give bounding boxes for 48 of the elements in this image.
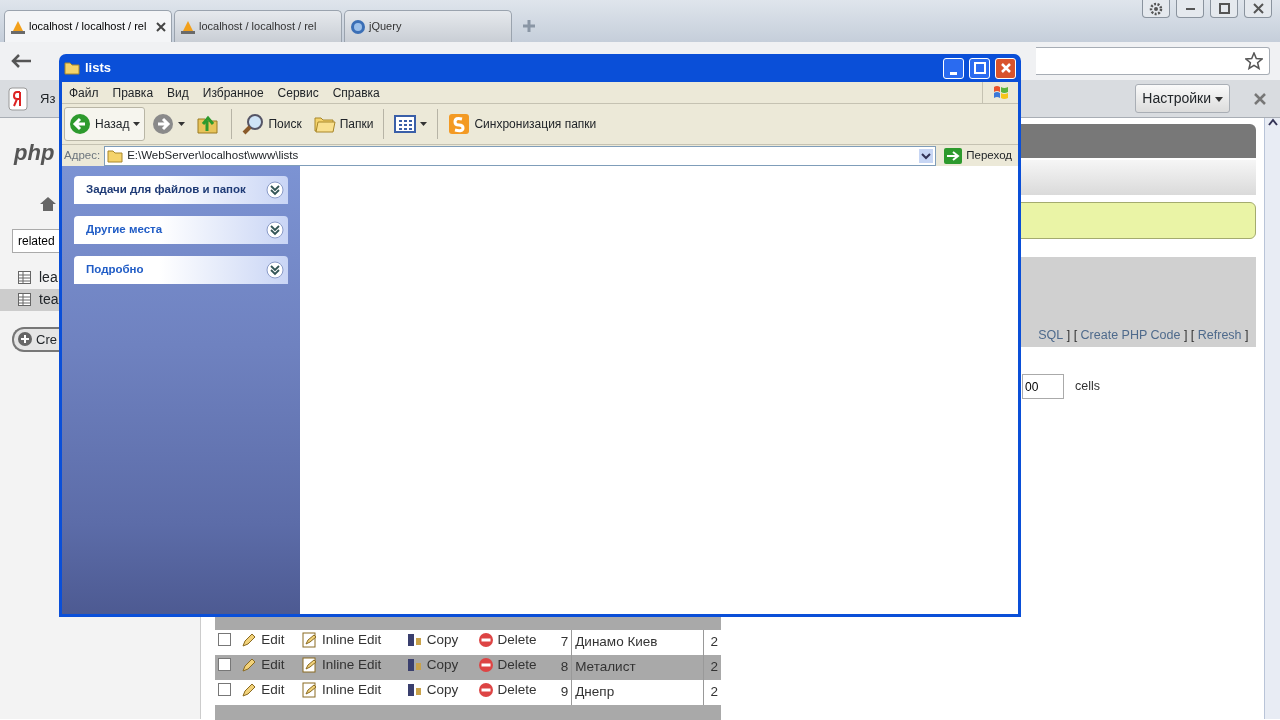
- id-cell: 7: [554, 630, 572, 655]
- go-button[interactable]: Переход: [940, 146, 1016, 165]
- bookmark-link[interactable]: Яз: [40, 88, 56, 109]
- inline-edit-link[interactable]: Inline Edit: [301, 680, 382, 701]
- name-cell: Металист: [571, 655, 704, 680]
- menu-item[interactable]: Справка: [325, 83, 387, 102]
- menu-item[interactable]: Вид: [160, 83, 196, 102]
- table-list-item[interactable]: tea: [0, 288, 59, 311]
- task-section-header[interactable]: Задачи для файлов и папок: [74, 176, 288, 204]
- sync-button[interactable]: Синхронизация папки: [443, 107, 602, 141]
- table-list-item[interactable]: lea: [0, 266, 59, 289]
- settings-menu-button[interactable]: Настройки: [1135, 84, 1230, 113]
- delete-link[interactable]: Delete: [477, 680, 537, 701]
- create-table-button[interactable]: Cre: [12, 326, 59, 352]
- filter-field[interactable]: related: [12, 228, 59, 253]
- browser-tab[interactable]: localhost / localhost / rel: [174, 10, 342, 42]
- bracket-text: ] [: [1065, 327, 1079, 345]
- delete-link[interactable]: Delete: [477, 630, 537, 651]
- menu-item[interactable]: Сервис: [270, 83, 326, 102]
- task-section-header[interactable]: Подробно: [74, 256, 288, 284]
- unit-label: cells: [1075, 378, 1100, 396]
- edit-link[interactable]: Edit: [241, 680, 285, 701]
- rows-field[interactable]: 00: [1022, 374, 1064, 399]
- link-text[interactable]: Refresh: [1197, 326, 1242, 345]
- back-button[interactable]: Назад: [64, 107, 146, 141]
- value-cell: 2: [703, 655, 721, 680]
- search-button[interactable]: Поиск: [237, 107, 307, 141]
- browser-tab[interactable]: jQuery: [344, 10, 512, 42]
- link-text[interactable]: SQL: [1038, 326, 1064, 345]
- bracket-text: ] [: [1182, 327, 1196, 345]
- address-field[interactable]: E:\WebServer\localhost\www\lists: [104, 145, 937, 166]
- id-cell: 8: [554, 655, 572, 680]
- inline-edit-link[interactable]: Inline Edit: [301, 630, 382, 651]
- browser-tab[interactable]: localhost / localhost / rel: [4, 10, 172, 42]
- logo-text: php: [12, 139, 55, 167]
- bracket-text: ]: [1244, 327, 1250, 345]
- link-text[interactable]: Create PHP Code: [1080, 326, 1181, 345]
- menu-item[interactable]: Правка: [105, 83, 161, 102]
- copy-link[interactable]: Copy: [406, 680, 459, 701]
- address-label: Адрес:: [64, 147, 101, 163]
- edit-link[interactable]: Edit: [241, 630, 285, 651]
- window-title: lists: [85, 59, 111, 78]
- task-section-header[interactable]: Другие места: [74, 216, 288, 244]
- folders-button[interactable]: Папки: [308, 107, 379, 141]
- menu-item[interactable]: Файл: [62, 83, 106, 102]
- menu-item[interactable]: Избранное: [195, 83, 271, 102]
- id-cell: 9: [554, 680, 572, 705]
- copy-link[interactable]: Copy: [406, 630, 459, 651]
